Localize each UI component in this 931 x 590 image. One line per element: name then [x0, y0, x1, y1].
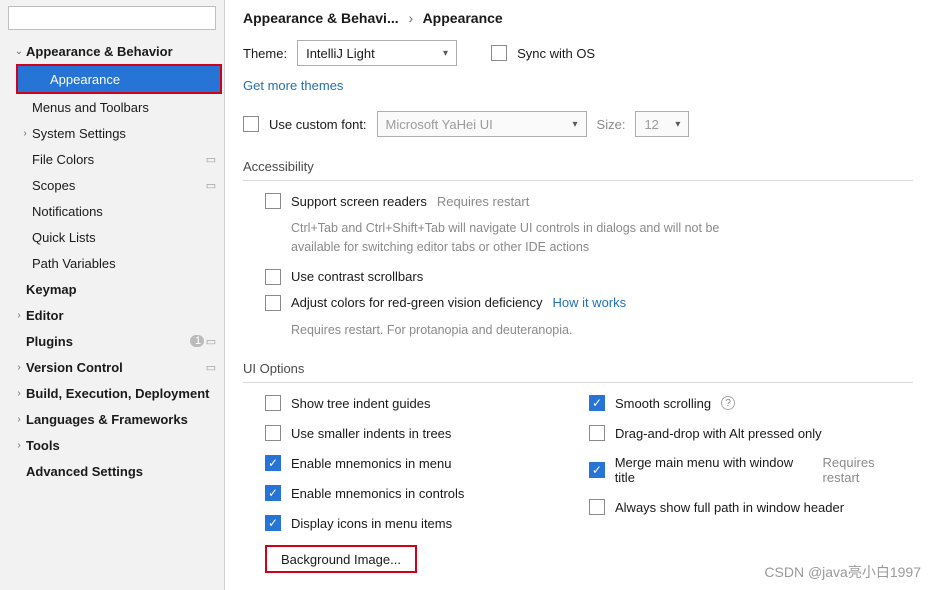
chevron-right-icon: › — [12, 310, 26, 321]
mnemonics-controls-label: Enable mnemonics in controls — [291, 486, 464, 501]
custom-font-value: Microsoft YaHei UI — [386, 117, 493, 132]
use-custom-font-checkbox[interactable] — [243, 116, 259, 132]
divider — [243, 382, 913, 383]
project-scope-icon: ▭ — [204, 153, 218, 166]
contrast-scrollbars-label: Use contrast scrollbars — [291, 269, 423, 284]
chevron-down-icon: ⌄ — [12, 46, 26, 57]
divider — [243, 180, 913, 181]
sidebar-item-editor[interactable]: › Editor — [0, 302, 224, 328]
dnd-alt-label: Drag-and-drop with Alt pressed only — [615, 426, 822, 441]
font-size-value: 12 — [644, 117, 658, 132]
font-size-select[interactable]: 12 ▾ — [635, 111, 689, 137]
sidebar-item-notifications[interactable]: Notifications — [0, 198, 224, 224]
chevron-down-icon: ▾ — [573, 119, 578, 130]
background-image-label: Background Image... — [281, 552, 401, 567]
sidebar-item-build[interactable]: › Build, Execution, Deployment — [0, 380, 224, 406]
accessibility-title: Accessibility — [243, 159, 913, 174]
sidebar-item-menus-toolbars[interactable]: Menus and Toolbars — [0, 94, 224, 120]
chevron-right-icon: › — [12, 388, 26, 399]
chevron-down-icon: ▾ — [443, 48, 448, 59]
settings-content: Appearance & Behavi... › Appearance Them… — [225, 0, 931, 590]
search-input[interactable] — [8, 6, 216, 30]
project-scope-icon: ▭ — [204, 179, 218, 192]
screen-readers-hint: Ctrl+Tab and Ctrl+Shift+Tab will navigat… — [291, 219, 721, 257]
watermark: CSDN @java亮小白1997 — [764, 562, 921, 582]
dnd-alt-checkbox[interactable] — [589, 425, 605, 441]
sidebar-item-keymap[interactable]: Keymap — [0, 276, 224, 302]
smooth-scrolling-checkbox[interactable]: ✓ — [589, 395, 605, 411]
use-custom-font-label: Use custom font: — [269, 117, 367, 132]
breadcrumb-leaf: Appearance — [423, 10, 503, 26]
sidebar-item-file-colors[interactable]: File Colors ▭ — [0, 146, 224, 172]
ui-options-title: UI Options — [243, 361, 913, 376]
screen-readers-checkbox[interactable] — [265, 193, 281, 209]
chevron-right-icon: › — [12, 414, 26, 425]
full-path-checkbox[interactable] — [589, 499, 605, 515]
sync-with-os-checkbox[interactable] — [491, 45, 507, 61]
requires-restart-hint: Requires restart — [437, 194, 529, 209]
sidebar-item-scopes[interactable]: Scopes ▭ — [0, 172, 224, 198]
mnemonics-menu-label: Enable mnemonics in menu — [291, 456, 451, 471]
chevron-right-icon: › — [12, 440, 26, 451]
sidebar-item-advanced[interactable]: Advanced Settings — [0, 458, 224, 484]
size-label: Size: — [597, 117, 626, 132]
mnemonics-controls-checkbox[interactable]: ✓ — [265, 485, 281, 501]
smaller-indents-label: Use smaller indents in trees — [291, 426, 451, 441]
get-more-themes-link[interactable]: Get more themes — [243, 78, 343, 93]
project-scope-icon: ▭ — [204, 335, 218, 348]
breadcrumb-root[interactable]: Appearance & Behavi... — [243, 10, 399, 26]
breadcrumb: Appearance & Behavi... › Appearance — [243, 10, 913, 26]
display-icons-checkbox[interactable]: ✓ — [265, 515, 281, 531]
custom-font-select[interactable]: Microsoft YaHei UI ▾ — [377, 111, 587, 137]
screen-readers-label: Support screen readers — [291, 194, 427, 209]
tree-guides-label: Show tree indent guides — [291, 396, 430, 411]
chevron-right-icon: › — [403, 10, 420, 26]
how-it-works-link[interactable]: How it works — [552, 295, 626, 310]
sidebar-item-tools[interactable]: › Tools — [0, 432, 224, 458]
sidebar-item-plugins[interactable]: Plugins 1 ▭ — [0, 328, 224, 354]
settings-sidebar: ⌕ ⌄ Appearance & Behavior Appearance Men… — [0, 0, 225, 590]
chevron-right-icon: › — [18, 128, 32, 139]
highlight-appearance: Appearance — [16, 64, 222, 94]
contrast-scrollbars-checkbox[interactable] — [265, 269, 281, 285]
display-icons-label: Display icons in menu items — [291, 516, 452, 531]
chevron-down-icon: ▾ — [675, 119, 680, 130]
plugins-badge: 1 — [190, 335, 204, 347]
theme-label: Theme: — [243, 46, 287, 61]
mnemonics-menu-checkbox[interactable]: ✓ — [265, 455, 281, 471]
theme-select[interactable]: IntelliJ Light ▾ — [297, 40, 457, 66]
sync-with-os-label: Sync with OS — [517, 46, 595, 61]
color-deficiency-hint: Requires restart. For protanopia and deu… — [291, 321, 913, 340]
color-deficiency-label: Adjust colors for red-green vision defic… — [291, 295, 542, 310]
background-image-button[interactable]: Background Image... — [265, 545, 417, 573]
sidebar-item-system-settings[interactable]: › System Settings — [0, 120, 224, 146]
full-path-label: Always show full path in window header — [615, 500, 844, 515]
settings-tree: ⌄ Appearance & Behavior Appearance Menus… — [0, 34, 224, 484]
tree-guides-checkbox[interactable] — [265, 395, 281, 411]
theme-value: IntelliJ Light — [306, 46, 375, 61]
sidebar-item-appearance[interactable]: Appearance — [18, 66, 220, 92]
merge-menu-checkbox[interactable]: ✓ — [589, 462, 605, 478]
help-icon[interactable]: ? — [721, 396, 735, 410]
sidebar-item-version-control[interactable]: › Version Control ▭ — [0, 354, 224, 380]
sidebar-item-appearance-behavior[interactable]: ⌄ Appearance & Behavior — [0, 38, 224, 64]
sidebar-item-path-variables[interactable]: Path Variables — [0, 250, 224, 276]
merge-menu-label: Merge main menu with window title — [615, 455, 813, 485]
color-deficiency-checkbox[interactable] — [265, 295, 281, 311]
project-scope-icon: ▭ — [204, 361, 218, 374]
merge-menu-hint: Requires restart — [823, 455, 913, 485]
chevron-right-icon: › — [12, 362, 26, 373]
smaller-indents-checkbox[interactable] — [265, 425, 281, 441]
sidebar-item-languages[interactable]: › Languages & Frameworks — [0, 406, 224, 432]
sidebar-item-quick-lists[interactable]: Quick Lists — [0, 224, 224, 250]
smooth-scrolling-label: Smooth scrolling — [615, 396, 711, 411]
